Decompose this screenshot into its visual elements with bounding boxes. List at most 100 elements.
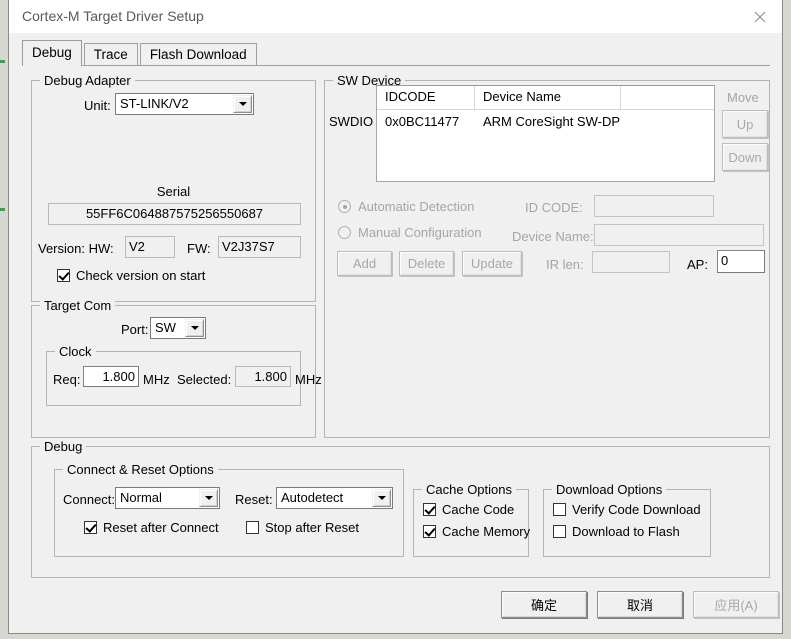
clock-legend: Clock (55, 344, 96, 359)
reset-after-connect-checkbox[interactable]: Reset after Connect (84, 520, 219, 535)
checkbox-box (553, 525, 566, 538)
tab-flash-download[interactable]: Flash Download (139, 43, 257, 65)
tab-strip: Debug Trace Flash Download (22, 40, 259, 66)
unit-label: Unit: (84, 98, 111, 113)
cell-device-name: ARM CoreSight SW-DP (483, 113, 621, 129)
window-title: Cortex-M Target Driver Setup (22, 8, 204, 24)
device-name-input[interactable] (594, 224, 764, 246)
connect-reset-options-group: Connect & Reset Options Connect: Normal … (54, 462, 404, 557)
id-code-input[interactable] (594, 195, 714, 217)
dialog-client-area: Debug Trace Flash Download Debug Adapter… (9, 33, 782, 633)
debug-options-legend: Debug (40, 439, 87, 454)
ir-len-input[interactable] (592, 251, 670, 273)
move-up-label: Up (736, 116, 754, 132)
port-combo-value: SW (155, 320, 176, 335)
chevron-down-icon[interactable] (233, 95, 252, 113)
add-button[interactable]: Add (337, 251, 392, 276)
reset-after-connect-label: Reset after Connect (103, 520, 219, 535)
ap-input[interactable]: 0 (717, 250, 765, 273)
checkbox-box (553, 503, 566, 516)
download-to-flash-label: Download to Flash (572, 524, 680, 539)
checkbox-box (423, 503, 436, 516)
download-to-flash-checkbox[interactable]: Download to Flash (553, 524, 680, 539)
hw-version-value: V2 (125, 236, 175, 258)
manual-configuration-radio[interactable]: Manual Configuration (338, 225, 482, 240)
tab-debug[interactable]: Debug (22, 40, 82, 66)
stop-after-reset-checkbox[interactable]: Stop after Reset (246, 520, 359, 535)
req-unit-label: MHz (143, 372, 170, 387)
delete-button[interactable]: Delete (399, 251, 454, 276)
tab-debug-label: Debug (32, 45, 72, 60)
cancel-button[interactable]: 取消 (597, 591, 683, 618)
cache-options-legend: Cache Options (422, 482, 516, 497)
tab-flash-download-label: Flash Download (149, 47, 247, 62)
close-icon[interactable] (737, 0, 782, 33)
tab-trace[interactable]: Trace (83, 43, 138, 65)
chevron-down-icon[interactable] (199, 489, 218, 507)
cache-memory-label: Cache Memory (442, 524, 531, 539)
background-bleed-artifact (0, 60, 5, 63)
title-bar: Cortex-M Target Driver Setup (9, 0, 782, 34)
cache-options-group: Cache Options Cache Code Cache Memory (413, 482, 530, 557)
fw-label: FW: (187, 241, 211, 256)
cache-code-label: Cache Code (442, 502, 515, 517)
connect-combo[interactable]: Normal (115, 487, 220, 509)
sw-device-group: SW Device SWDIO IDCODE Device Name 0x0BC… (324, 73, 770, 438)
check-version-on-start-checkbox[interactable]: Check version on start (57, 268, 205, 283)
update-button[interactable]: Update (462, 251, 522, 276)
column-header-idcode[interactable]: IDCODE (377, 86, 475, 109)
connect-reset-legend: Connect & Reset Options (63, 462, 218, 477)
serial-label: Serial (156, 184, 191, 199)
move-down-button[interactable]: Down (722, 143, 768, 171)
target-com-group: Target Com Port: SW Clock Req: 1.800 MHz… (31, 298, 322, 438)
reset-combo[interactable]: Autodetect (276, 487, 393, 509)
chevron-down-icon[interactable] (185, 319, 204, 337)
serial-value: 55FF6C064887575256550687 (48, 203, 301, 225)
manual-configuration-label: Manual Configuration (358, 225, 482, 240)
swdio-label: SWDIO (329, 114, 374, 129)
apply-button[interactable]: 应用(A) (693, 591, 779, 618)
table-row[interactable]: 0x0BC11477 ARM CoreSight SW-DP (377, 110, 714, 132)
connect-combo-value: Normal (120, 490, 162, 505)
background-bleed-artifact (0, 208, 5, 211)
radio-circle (338, 200, 351, 213)
debug-adapter-legend: Debug Adapter (40, 73, 135, 88)
move-label: Move (727, 90, 759, 105)
cache-memory-checkbox[interactable]: Cache Memory (423, 524, 530, 539)
update-label: Update (471, 256, 513, 271)
unit-combo[interactable]: ST-LINK/V2 (115, 93, 254, 115)
listview-header: IDCODE Device Name (377, 86, 714, 110)
download-options-group: Download Options Verify Code Download Do… (543, 482, 711, 557)
column-header-device-name[interactable]: Device Name (475, 86, 621, 109)
selected-clock-value: 1.800 (235, 366, 291, 387)
move-down-label: Down (728, 149, 762, 165)
sw-device-listview[interactable]: IDCODE Device Name 0x0BC11477 ARM CoreSi… (376, 85, 715, 182)
chevron-down-icon[interactable] (372, 489, 391, 507)
connect-label: Connect: (63, 492, 116, 507)
cell-idcode: 0x0BC11477 (385, 113, 460, 129)
column-header-blank[interactable] (621, 86, 714, 109)
verify-code-download-checkbox[interactable]: Verify Code Download (553, 502, 701, 517)
selected-unit-label: MHz (295, 372, 322, 387)
ap-label: AP: (687, 257, 708, 272)
selected-label: Selected: (177, 372, 232, 387)
stop-after-reset-label: Stop after Reset (265, 520, 359, 535)
device-name-label: Device Name: (512, 229, 594, 244)
port-label: Port: (121, 322, 149, 337)
unit-combo-value: ST-LINK/V2 (120, 96, 189, 111)
clock-group: Clock Req: 1.800 MHz Selected: 1.800 MHz (46, 344, 322, 406)
delete-label: Delete (407, 256, 446, 271)
ok-button[interactable]: 确定 (501, 591, 587, 618)
tab-trace-label: Trace (93, 47, 128, 62)
cache-code-checkbox[interactable]: Cache Code (423, 502, 514, 517)
port-combo[interactable]: SW (150, 317, 206, 339)
radio-circle (338, 226, 351, 239)
add-label: Add (352, 256, 377, 271)
automatic-detection-radio[interactable]: Automatic Detection (338, 199, 474, 214)
req-label: Req: (53, 372, 81, 387)
move-up-button[interactable]: Up (722, 110, 768, 138)
debug-adapter-group: Debug Adapter Unit: ST-LINK/V2 Serial 55… (31, 73, 316, 302)
checkbox-box (246, 521, 259, 534)
req-clock-input[interactable]: 1.800 (83, 366, 139, 387)
check-version-on-start-label: Check version on start (76, 268, 206, 283)
